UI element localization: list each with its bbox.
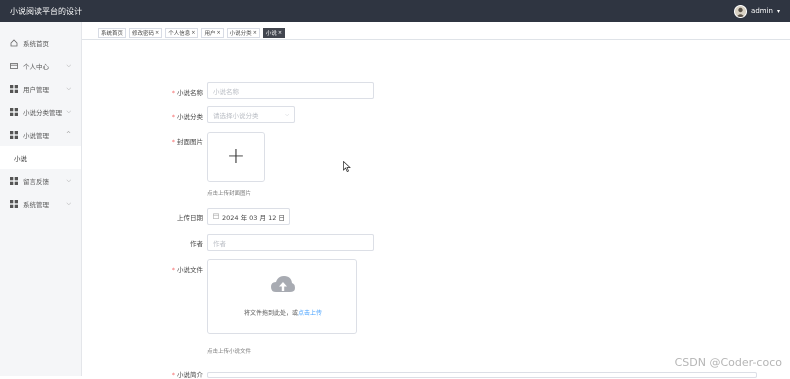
drop-instructions: 将文件拖到此处，或 xyxy=(243,310,298,317)
sidebar-item-label: 用户管理 xyxy=(23,85,49,94)
click-upload-link[interactable]: 点击上传 xyxy=(298,310,322,317)
sidebar-item-user-management[interactable]: 用户管理 ⌵ xyxy=(0,77,81,100)
close-icon[interactable]: × xyxy=(191,30,195,36)
upload-date-picker[interactable]: 2024 年 03 月 12 日 xyxy=(207,208,290,225)
novel-intro-label: * 小说简介 xyxy=(171,371,203,379)
upload-cloud-icon xyxy=(271,276,295,292)
tab-divider xyxy=(82,39,790,40)
chevron-down-icon: ⌵ xyxy=(66,61,71,69)
tab-bar: 系统首页 修改密码 × 个人信息 × 用户 × 小说分类 × 小说 × xyxy=(98,28,286,38)
sidebar-item-label: 个人中心 xyxy=(23,62,49,71)
sidebar-item-label: 系统管理 xyxy=(23,200,49,209)
chevron-down-icon: ⌵ xyxy=(66,176,71,184)
sidebar-item-label: 小说 xyxy=(14,154,27,163)
sidebar-item-home[interactable]: 系统首页 xyxy=(0,31,81,54)
chevron-down-icon: ⌵ xyxy=(66,199,71,207)
chevron-up-icon: ^ xyxy=(65,131,71,138)
novel-intro-editor[interactable] xyxy=(207,372,757,378)
plus-icon: + xyxy=(226,144,246,169)
sidebar-item-label: 小说分类管理 xyxy=(23,108,62,117)
sidebar-item-label: 系统首页 xyxy=(23,39,49,48)
novel-category-label: * 小说分类 xyxy=(171,113,203,121)
sidebar-item-personal-center[interactable]: 个人中心 ⌵ xyxy=(0,54,81,77)
tab-novel[interactable]: 小说 × xyxy=(262,28,286,38)
user-menu[interactable]: admin ▾ xyxy=(734,4,780,18)
avatar[interactable] xyxy=(734,4,748,18)
chevron-down-icon: ⌵ xyxy=(66,84,71,92)
grid-icon xyxy=(10,84,18,93)
calendar-icon xyxy=(213,213,219,221)
tab-novel-category[interactable]: 小说分类 × xyxy=(226,28,260,38)
novel-file-label: * 小说文件 xyxy=(171,266,203,274)
id-card-icon xyxy=(10,62,18,70)
cover-image-label: * 封面图片 xyxy=(171,138,203,146)
tab-change-password[interactable]: 修改密码 × xyxy=(129,28,163,38)
tab-personal-info[interactable]: 个人信息 × xyxy=(165,28,199,38)
file-drop-zone[interactable]: 将文件拖到此处，或点击上传 xyxy=(207,259,357,334)
upload-date-label: 上传日期 xyxy=(177,214,203,222)
chevron-down-icon: ⌵ xyxy=(66,107,71,115)
novel-category-select[interactable]: 请选择小说分类 ⌵ xyxy=(207,106,295,123)
grid-icon xyxy=(10,199,18,208)
sidebar-item-category-management[interactable]: 小说分类管理 ⌵ xyxy=(0,100,81,123)
mouse-cursor-icon xyxy=(343,161,351,172)
author-label: 作者 xyxy=(190,240,203,248)
sidebar: 系统首页 个人中心 ⌵ 用户管理 ⌵ 小说分类管理 ⌵ 小说管理 ^ 小说 留言… xyxy=(0,22,82,376)
home-icon xyxy=(10,38,18,47)
chevron-down-icon[interactable]: ▾ xyxy=(777,8,780,15)
file-upload-hint: 点击上传小说文件 xyxy=(207,349,252,355)
grid-icon xyxy=(10,130,18,139)
user-name[interactable]: admin xyxy=(751,7,773,15)
watermark: CSDN @Coder-coco xyxy=(674,356,782,369)
novel-name-label: * 小说名称 xyxy=(171,89,203,97)
close-icon[interactable]: × xyxy=(155,30,159,36)
sidebar-item-novel-management[interactable]: 小说管理 ^ xyxy=(0,123,81,146)
close-icon[interactable]: × xyxy=(253,30,257,36)
sidebar-item-label: 留言反馈 xyxy=(23,177,49,186)
cover-upload-button[interactable]: + xyxy=(207,132,265,182)
chevron-down-icon: ⌵ xyxy=(285,111,289,118)
close-icon[interactable]: × xyxy=(278,30,282,36)
grid-icon xyxy=(10,176,18,185)
grid-icon xyxy=(10,107,18,116)
sidebar-item-system-management[interactable]: 系统管理 ⌵ xyxy=(0,192,81,215)
sidebar-subitem-novel[interactable]: 小说 xyxy=(0,146,81,169)
sidebar-item-label: 小说管理 xyxy=(23,131,49,140)
close-icon[interactable]: × xyxy=(216,30,220,36)
cover-upload-hint: 点击上传封面图片 xyxy=(207,191,252,197)
app-title: 小说阅读平台的设计 xyxy=(10,6,82,16)
tab-users[interactable]: 用户 × xyxy=(201,28,224,38)
novel-name-input[interactable]: 小说名称 xyxy=(207,82,374,99)
top-bar: 小说阅读平台的设计 admin ▾ xyxy=(0,0,790,22)
tab-home[interactable]: 系统首页 xyxy=(98,28,127,38)
sidebar-item-feedback[interactable]: 留言反馈 ⌵ xyxy=(0,169,81,192)
author-input[interactable]: 作者 xyxy=(207,234,374,251)
